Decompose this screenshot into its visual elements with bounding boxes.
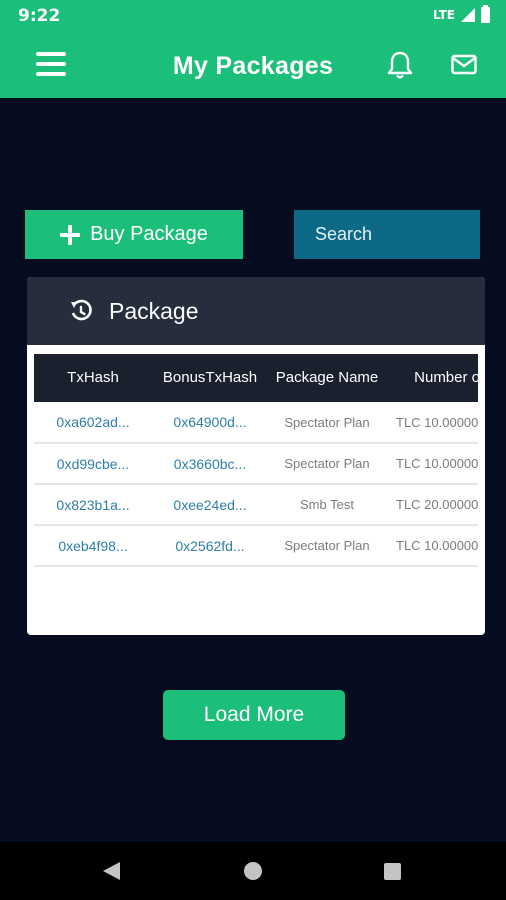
- bonus-txhash-cell[interactable]: 0x2562fd...: [152, 525, 268, 567]
- column-header-number-of-share: Number of share: [386, 354, 478, 402]
- table-header-row: TxHash BonusTxHash Package Name Number o…: [34, 354, 478, 402]
- card-title: Package: [109, 297, 199, 324]
- bonus-txhash-cell[interactable]: 0x64900d...: [152, 402, 268, 444]
- back-icon[interactable]: [103, 862, 120, 880]
- status-time: 9:22: [18, 6, 61, 26]
- bonus-txhash-cell[interactable]: 0xee24ed...: [152, 484, 268, 526]
- package-card: Package TxHash BonusTxHash Package Name …: [27, 277, 485, 635]
- buy-package-button[interactable]: Buy Package: [25, 210, 243, 259]
- mail-icon[interactable]: [450, 52, 478, 78]
- package-name-cell: Spectator Plan: [268, 402, 386, 444]
- status-bar: 9:22 LTE: [0, 0, 506, 32]
- battery-icon: [481, 5, 490, 23]
- share-cell: TLC 20.000000: [386, 484, 478, 526]
- signal-icon: [461, 8, 475, 22]
- plus-icon: [60, 224, 81, 245]
- card-header: Package: [27, 277, 485, 345]
- history-icon: [71, 299, 92, 321]
- bonus-txhash-cell[interactable]: 0x3660bc...: [152, 443, 268, 485]
- txhash-cell[interactable]: 0xa602ad...: [34, 402, 152, 444]
- column-header-bonustxhash: BonusTxHash: [152, 354, 268, 402]
- package-name-cell: Smb Test: [268, 484, 386, 526]
- system-nav-bar: [0, 842, 506, 900]
- column-header-package-name: Package Name: [268, 354, 386, 402]
- table-row[interactable]: 0xeb4f98... 0x2562fd... Spectator Plan T…: [34, 525, 478, 567]
- status-indicators: LTE: [432, 5, 490, 23]
- page-title: My Packages: [172, 52, 334, 80]
- search-input[interactable]: [294, 210, 480, 259]
- home-icon[interactable]: [244, 862, 262, 880]
- recent-apps-icon[interactable]: [384, 863, 401, 880]
- package-name-cell: Spectator Plan: [268, 443, 386, 485]
- table-row[interactable]: 0x823b1a... 0xee24ed... Smb Test TLC 20.…: [34, 484, 478, 526]
- share-cell: TLC 10.000000: [386, 443, 478, 485]
- txhash-cell[interactable]: 0x823b1a...: [34, 484, 152, 526]
- app-bar: My Packages: [0, 32, 506, 98]
- package-table[interactable]: TxHash BonusTxHash Package Name Number o…: [34, 354, 478, 567]
- buy-package-label: Buy Package: [90, 223, 208, 245]
- load-more-button[interactable]: Load More: [163, 690, 345, 740]
- package-name-cell: Spectator Plan: [268, 525, 386, 567]
- share-cell: TLC 10.000000: [386, 402, 478, 444]
- share-cell: TLC 10.000000: [386, 525, 478, 567]
- bell-icon[interactable]: [386, 50, 414, 80]
- table-row[interactable]: 0xd99cbe... 0x3660bc... Spectator Plan T…: [34, 443, 478, 485]
- txhash-cell[interactable]: 0xeb4f98...: [34, 525, 152, 567]
- table-row[interactable]: 0xa602ad... 0x64900d... Spectator Plan T…: [34, 402, 478, 444]
- txhash-cell[interactable]: 0xd99cbe...: [34, 443, 152, 485]
- column-header-txhash: TxHash: [34, 354, 152, 402]
- network-type: LTE: [432, 8, 455, 22]
